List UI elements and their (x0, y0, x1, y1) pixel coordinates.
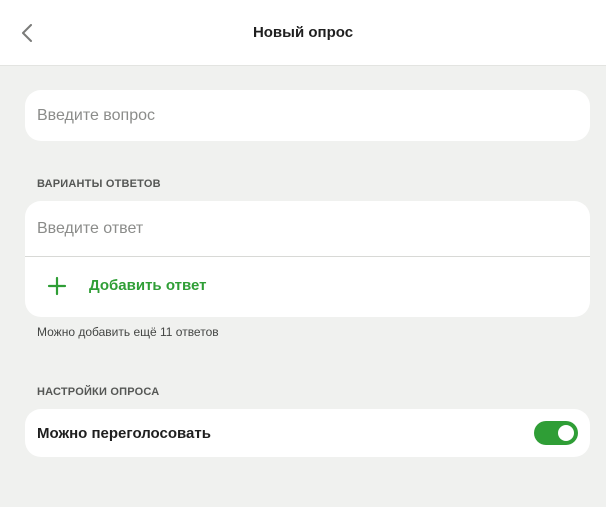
answers-hint: Можно добавить ещё 11 ответов (37, 325, 219, 339)
page-title: Новый опрос (252, 24, 354, 41)
answers-section-title: ВАРИАНТЫ ОТВЕТОВ (37, 178, 161, 190)
settings-section-title: НАСТРОЙКИ ОПРОСА (37, 386, 160, 398)
add-answer-label: Добавить ответ (89, 277, 207, 294)
revote-label: Можно переголосовать (37, 425, 211, 442)
toggle-knob (558, 425, 574, 441)
answers-card: Добавить ответ (25, 201, 590, 317)
settings-card: Можно переголосовать (25, 409, 590, 457)
answer-input[interactable] (37, 201, 577, 256)
answer-row (25, 201, 590, 257)
add-answer-button[interactable]: Добавить ответ (25, 258, 590, 314)
revote-toggle[interactable] (534, 421, 578, 445)
header-bar: Новый опрос (0, 0, 606, 66)
plus-icon (47, 276, 67, 296)
question-input[interactable] (37, 90, 577, 141)
question-card (25, 90, 590, 141)
